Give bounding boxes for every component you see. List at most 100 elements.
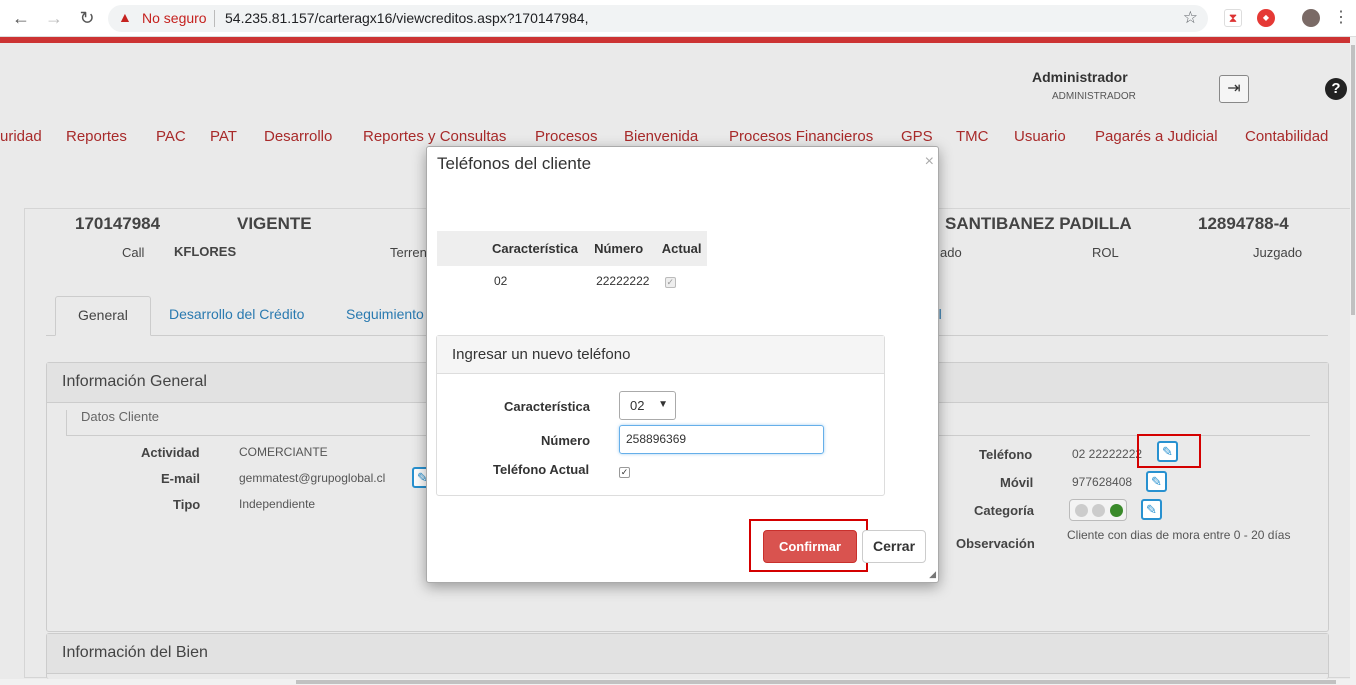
menu-item-procesos-financieros[interactable]: Procesos Financieros xyxy=(729,128,873,145)
caracteristica-label: Característica xyxy=(504,399,590,414)
table-cell-blank xyxy=(437,266,487,296)
forward-icon[interactable]: → xyxy=(43,8,65,28)
menu-item-pat[interactable]: PAT xyxy=(210,128,237,145)
movil-label: Móvil xyxy=(1000,475,1034,490)
menu-item-procesos[interactable]: Procesos xyxy=(535,128,598,145)
edit-movil-button[interactable]: ✎ xyxy=(1146,471,1167,492)
menu-item-gps[interactable]: GPS xyxy=(901,128,933,145)
user-role: ADMINISTRADOR xyxy=(1052,91,1136,102)
col-header-actual: Actual xyxy=(656,231,707,266)
browser-menu-icon[interactable]: ⋮ xyxy=(1330,8,1352,28)
menu-item-contabilidad[interactable]: Contabilidad xyxy=(1245,128,1328,145)
edit-telefono-button[interactable]: ✎ xyxy=(1157,441,1178,462)
menu-item-reportes[interactable]: Reportes xyxy=(66,128,127,145)
confirm-button[interactable]: Confirmar xyxy=(763,530,857,563)
warning-icon: ▲ xyxy=(118,9,132,25)
tipo-label: Tipo xyxy=(173,497,201,512)
terreno-label: Terren xyxy=(390,245,427,260)
pencil-icon: ✎ xyxy=(1146,502,1157,517)
horizontal-scrollbar[interactable] xyxy=(0,679,1350,685)
tab-desarrollo-credito[interactable]: Desarrollo del Crédito xyxy=(147,296,326,336)
col-header-caracteristica: Característica xyxy=(487,231,590,266)
rol-label: ROL xyxy=(1092,245,1119,260)
tipo-value: Independiente xyxy=(239,497,316,511)
col-header-numero: Número xyxy=(589,231,657,266)
modal-title: Teléfonos del cliente xyxy=(437,154,592,173)
reload-icon[interactable]: ↻ xyxy=(76,8,98,28)
chevron-down-icon: ▼ xyxy=(658,399,668,410)
menu-item-reportes-consultas[interactable]: Reportes y Consultas xyxy=(363,128,506,145)
categoria-label: Categoría xyxy=(974,503,1034,518)
new-phone-panel: Ingresar un nuevo teléfono Característic… xyxy=(436,335,885,496)
observacion-label: Observación xyxy=(956,536,1035,551)
menu-item-desarrollo[interactable]: Desarrollo xyxy=(264,128,332,145)
movil-value: 977628408 xyxy=(1072,475,1133,489)
pencil-icon: ✎ xyxy=(1162,444,1173,459)
numero-input[interactable]: 258896369 xyxy=(619,425,824,454)
close-button[interactable]: Cerrar xyxy=(862,530,926,563)
menu-item-pagares-judicial[interactable]: Pagarés a Judicial xyxy=(1095,128,1218,145)
url-text[interactable]: 54.235.81.157/carteragx16/viewcreditos.a… xyxy=(225,10,588,26)
bookmark-star-icon[interactable]: ☆ xyxy=(1183,8,1198,28)
caracteristica-selected: 02 xyxy=(630,398,645,413)
call-label: Call xyxy=(122,245,145,260)
tab-general[interactable]: General xyxy=(55,296,151,336)
new-phone-title: Ingresar un nuevo teléfono xyxy=(437,336,884,374)
client-rut: 12894788-4 xyxy=(1198,214,1289,233)
status-dot-off xyxy=(1075,504,1088,517)
telefono-actual-label: Teléfono Actual xyxy=(493,462,590,477)
browser-toolbar: ← → ↻ ▲ No seguro 54.235.81.157/carterag… xyxy=(0,0,1356,37)
menu-item-tmc[interactable]: TMC xyxy=(956,128,989,145)
table-header-blank xyxy=(437,231,487,266)
security-label[interactable]: No seguro xyxy=(142,10,207,26)
caracteristica-select[interactable]: 02 ▼ xyxy=(619,391,676,420)
call-value: KFLORES xyxy=(174,244,237,259)
separator xyxy=(214,10,215,27)
menu-item-pac[interactable]: PAC xyxy=(156,128,186,145)
back-icon[interactable]: ← xyxy=(10,8,32,28)
credit-number: 170147984 xyxy=(75,214,161,233)
cell-numero: 22222222 xyxy=(596,274,650,288)
observacion-value: Cliente con dias de mora entre 0 - 20 dí… xyxy=(1067,528,1291,542)
telefono-value: 02 22222222 xyxy=(1072,447,1143,461)
juzgado-label: Juzgado xyxy=(1253,245,1303,260)
menu-item-bienvenida[interactable]: Bienvenida xyxy=(624,128,698,145)
telefono-label: Teléfono xyxy=(979,447,1033,462)
client-name: SANTIBANEZ PADILLA xyxy=(945,214,1132,233)
actividad-value: COMERCIANTE xyxy=(239,445,328,459)
logout-button[interactable]: ⇥ xyxy=(1219,75,1249,103)
phones-modal: Teléfonos del cliente × Característica N… xyxy=(426,146,939,583)
close-icon[interactable]: × xyxy=(925,153,934,171)
address-bar[interactable]: ▲ No seguro 54.235.81.157/carteragx16/vi… xyxy=(108,5,1208,32)
extension-icon[interactable]: ◆ xyxy=(1257,9,1275,27)
pdf-extension-icon[interactable]: ⧗ xyxy=(1224,9,1242,27)
vertical-scrollbar[interactable] xyxy=(1350,37,1356,685)
cell-actual: ✓ xyxy=(657,266,707,296)
edit-categoria-button[interactable]: ✎ xyxy=(1141,499,1162,520)
datos-cliente-legend: Datos Cliente xyxy=(81,409,160,424)
help-button[interactable]: ? xyxy=(1325,78,1347,100)
categoria-indicator xyxy=(1069,499,1127,521)
cell-caracteristica: 02 xyxy=(494,274,508,288)
table-row: 02 22222222 ✓ xyxy=(437,266,707,296)
status-dot-off xyxy=(1092,504,1105,517)
numero-label: Número xyxy=(541,433,591,448)
ado-label: ado xyxy=(940,245,962,260)
user-name: Administrador xyxy=(1032,69,1128,85)
actual-checkbox: ✓ xyxy=(664,277,676,288)
horizontal-scroll-thumb[interactable] xyxy=(296,680,1336,684)
profile-avatar[interactable] xyxy=(1302,9,1320,27)
actividad-label: Actividad xyxy=(141,445,200,460)
telefono-actual-checkbox[interactable]: ✓ xyxy=(619,467,630,478)
pencil-icon: ✎ xyxy=(1151,474,1162,489)
vertical-scroll-thumb[interactable] xyxy=(1351,45,1355,315)
menu-item-usuario[interactable]: Usuario xyxy=(1014,128,1066,145)
menu-item-seguridad[interactable]: uridad xyxy=(0,128,42,145)
status-dot-green xyxy=(1110,504,1123,517)
logout-icon: ⇥ xyxy=(1227,80,1241,97)
credit-status: VIGENTE xyxy=(237,214,312,233)
info-bien-section: Información del Bien xyxy=(46,633,1329,679)
section-title: Información del Bien xyxy=(47,634,1328,674)
resize-handle-icon[interactable]: ◢ xyxy=(929,569,936,580)
telefono-actual-checkbox-wrap: ✓ xyxy=(619,463,630,478)
